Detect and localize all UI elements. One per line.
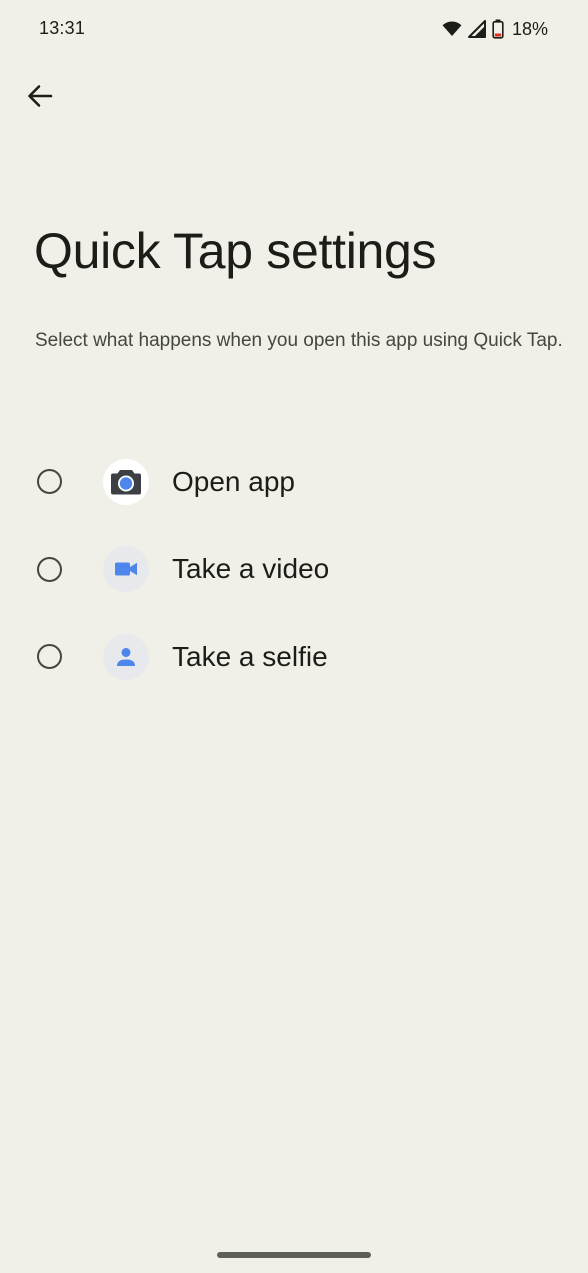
option-take-selfie[interactable]: Take a selfie (0, 613, 588, 701)
wifi-icon (442, 21, 462, 37)
option-label: Take a selfie (172, 640, 328, 672)
gesture-nav-handle[interactable] (217, 1252, 371, 1258)
option-label: Take a video (172, 553, 330, 585)
quick-tap-options: Open app Take a video Take a selfie (0, 438, 588, 701)
status-bar: 13:31 18% (0, 0, 588, 60)
status-time: 13:31 (39, 18, 86, 38)
arrow-back-icon (27, 84, 53, 113)
page-description: Select what happens when you open this a… (35, 330, 563, 351)
battery-low-icon (492, 19, 504, 39)
radio-button[interactable] (37, 644, 62, 670)
radio-button[interactable] (37, 556, 62, 582)
videocam-icon (103, 546, 149, 593)
battery-percent: 18% (511, 18, 548, 39)
cell-signal-icon (467, 20, 486, 38)
back-button[interactable] (20, 78, 60, 118)
camera-app-icon (103, 458, 149, 505)
option-open-app[interactable]: Open app (0, 438, 588, 526)
person-icon (103, 633, 149, 680)
status-icons: 18% (442, 18, 548, 40)
option-take-video[interactable]: Take a video (0, 526, 588, 614)
option-label: Open app (172, 465, 295, 497)
page-title: Quick Tap settings (34, 223, 437, 279)
radio-button[interactable] (37, 469, 62, 495)
